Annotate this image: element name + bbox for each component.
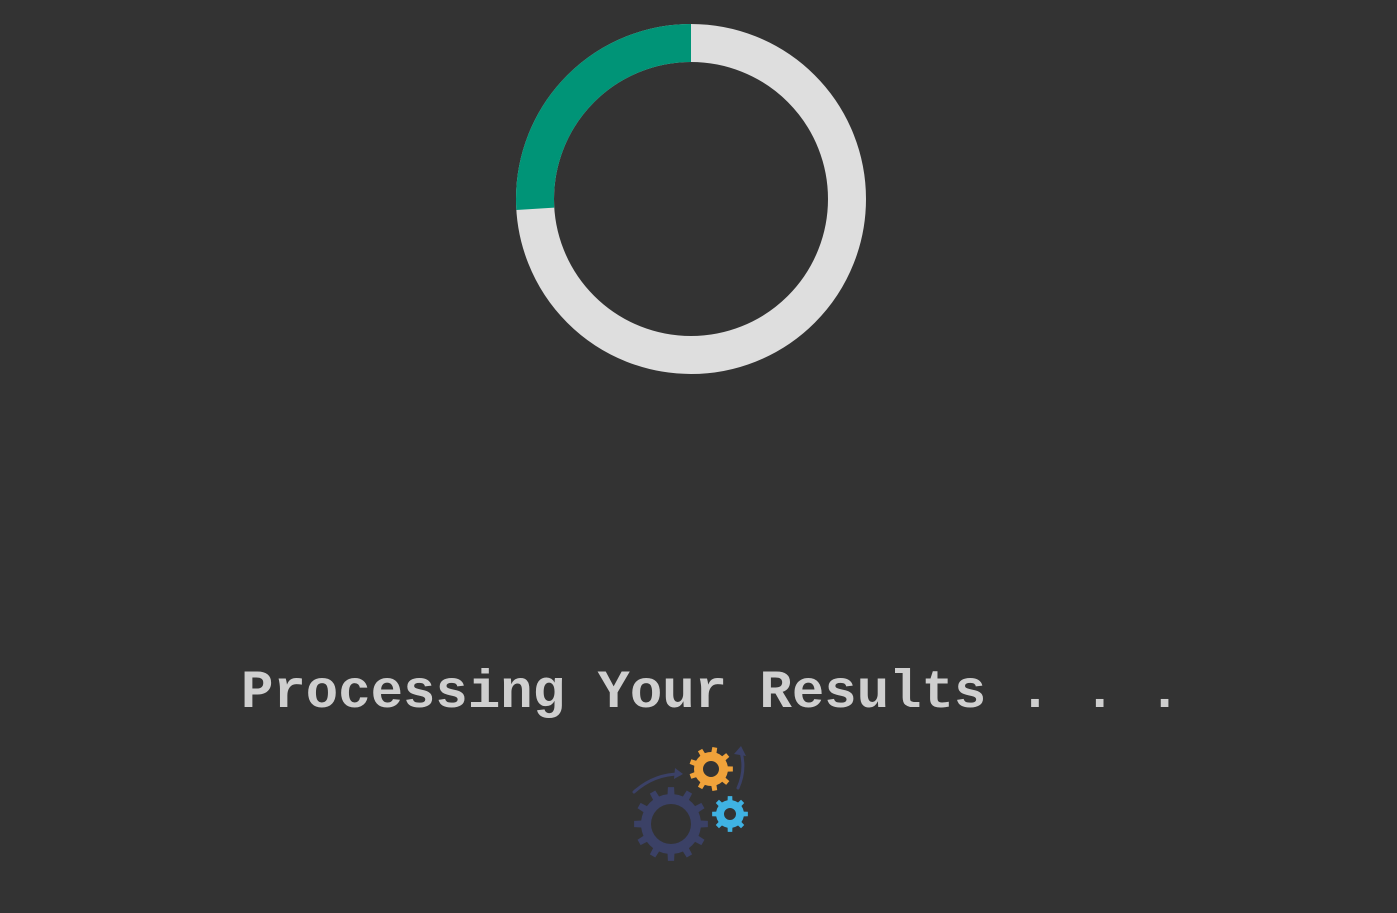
progress-spinner xyxy=(516,24,866,374)
loading-screen: Processing Your Results . . . xyxy=(0,0,1397,913)
loading-message: Processing Your Results . . . xyxy=(241,663,1181,724)
gears-icon xyxy=(632,746,748,861)
